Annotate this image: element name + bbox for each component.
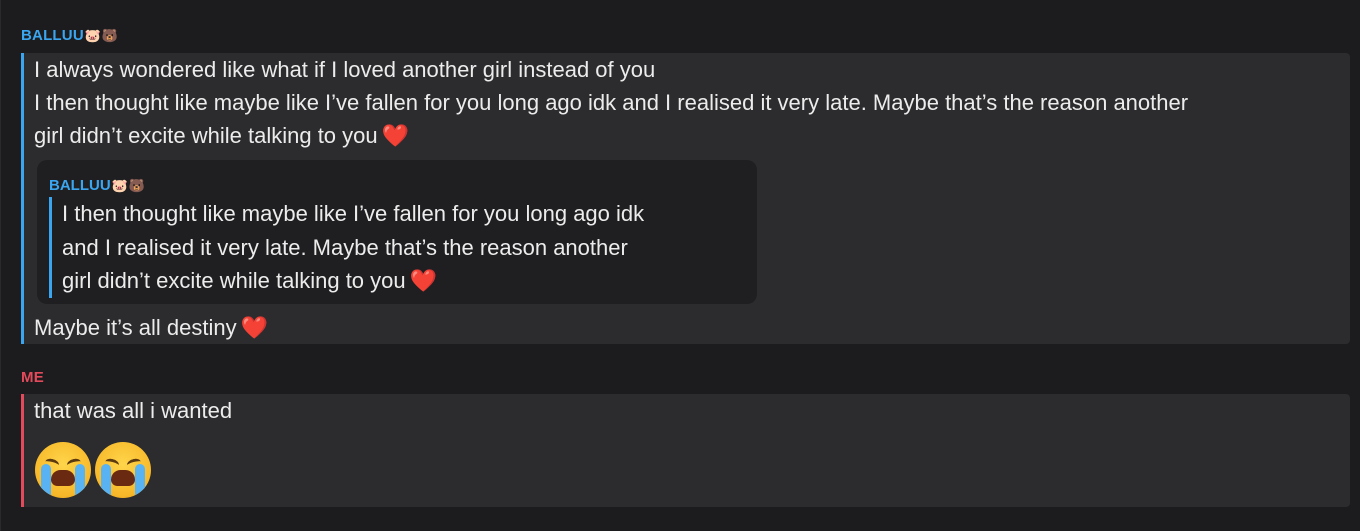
quoted-message[interactable]: BALLUU 🐷 🐻 I then thought like maybe lik…: [37, 160, 757, 304]
heart-icon: ❤️: [381, 123, 410, 148]
message-line-text: Maybe it’s all destiny: [34, 315, 237, 340]
quoted-line: I then thought like maybe like I’ve fall…: [62, 201, 645, 226]
quoted-sender-name-text: BALLUU: [49, 177, 111, 194]
loudly-crying-face-icon: [95, 442, 151, 498]
sender-name-text: ME: [21, 369, 44, 386]
bear-face-icon: 🐻: [128, 177, 145, 193]
message-bubble[interactable]: I always wondered like what if I loved a…: [21, 53, 1350, 344]
chat-view: BALLUU 🐷 🐻 I always wondered like what i…: [0, 0, 1360, 531]
quoted-line: and I realised it very late. Maybe that’…: [62, 234, 628, 260]
heart-icon: ❤️: [409, 268, 438, 293]
message-line-text: girl didn’t excite while talking to you: [34, 123, 378, 148]
heart-icon: ❤️: [240, 315, 268, 340]
message-line: girl didn’t excite while talking to you ❤…: [34, 119, 1188, 152]
emoji-row: [35, 442, 151, 498]
message-line: I then thought like maybe like I’ve fall…: [34, 90, 1189, 115]
message-text: I always wondered like what if I loved a…: [34, 53, 1188, 152]
quoted-text: I then thought like maybe like I’ve fall…: [49, 197, 644, 298]
message-bubble[interactable]: that was all i wanted: [21, 394, 1350, 507]
loudly-crying-face-icon: [35, 442, 91, 498]
sender-name[interactable]: BALLUU 🐷 🐻: [21, 27, 118, 44]
pig-face-icon: 🐷: [111, 177, 128, 193]
bear-face-icon: 🐻: [101, 27, 119, 43]
message-line: Maybe it’s all destiny ❤️: [34, 311, 268, 344]
quoted-sender-name: BALLUU 🐷 🐻: [49, 177, 145, 194]
pig-face-icon: 🐷: [84, 27, 102, 43]
sender-name[interactable]: ME: [21, 369, 44, 386]
message-line: that was all i wanted: [34, 398, 233, 423]
quoted-line-text: girl didn’t excite while talking to you: [62, 268, 406, 293]
sender-name-text: BALLUU: [21, 27, 84, 44]
message-line: I always wondered like what if I loved a…: [34, 57, 656, 82]
quoted-line: girl didn’t excite while talking to you ❤…: [62, 264, 644, 298]
